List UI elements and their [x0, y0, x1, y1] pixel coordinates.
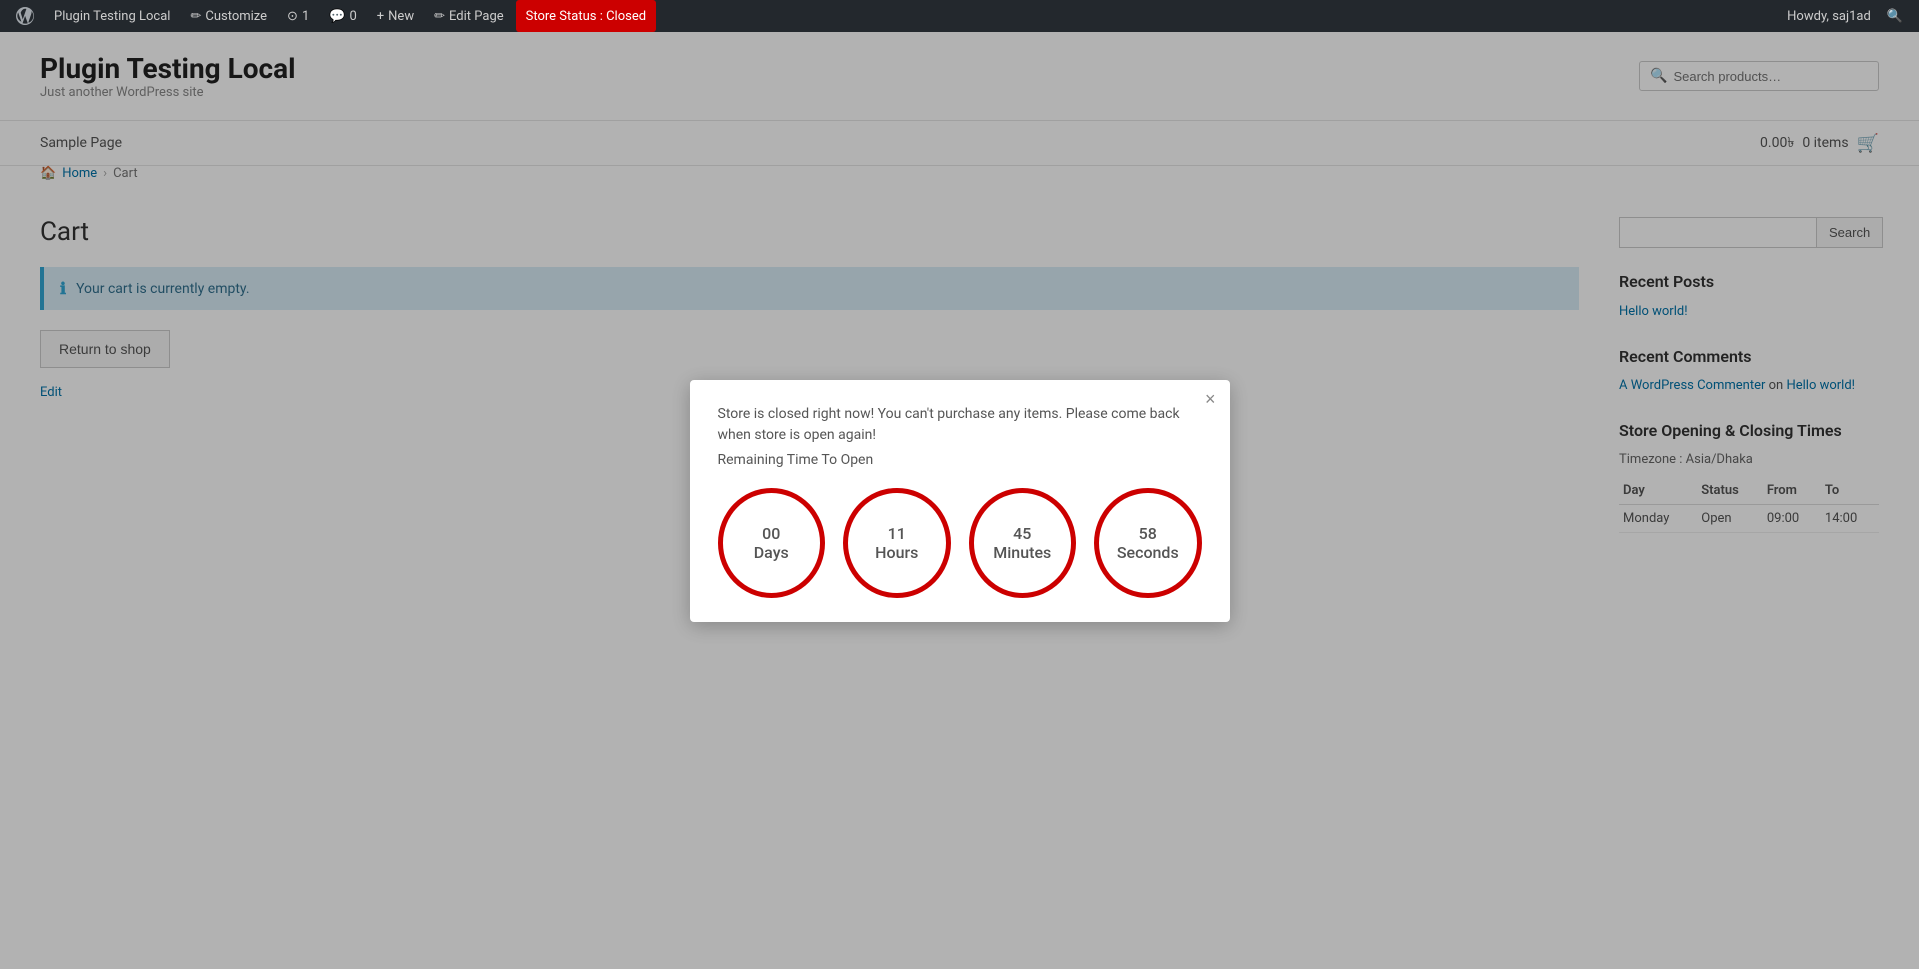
adminbar-pages[interactable]: ⊙ 1 [279, 0, 317, 32]
modal: × Store is closed right now! You can't p… [690, 380, 1230, 622]
adminbar-store-status[interactable]: Store Status : Closed [516, 0, 656, 32]
modal-message: Store is closed right now! You can't pur… [718, 404, 1202, 446]
countdown-hours-value: 11 [888, 524, 906, 543]
countdown-days-unit: Days [754, 543, 789, 562]
countdown-seconds: 58 Seconds [1094, 488, 1202, 598]
adminbar-new[interactable]: + New [369, 0, 422, 32]
countdown-seconds-unit: Seconds [1117, 543, 1179, 562]
modal-overlay: × Store is closed right now! You can't p… [0, 32, 1919, 969]
countdown-minutes-value: 45 [1013, 524, 1031, 543]
modal-remaining-label: Remaining Time To Open [718, 452, 1202, 468]
countdown-days-value: 00 [762, 524, 780, 543]
adminbar-comments[interactable]: 💬 0 [321, 0, 365, 32]
adminbar-customize[interactable]: ✏ Customize [182, 0, 275, 32]
modal-close-button[interactable]: × [1205, 390, 1216, 408]
wp-logo-item[interactable] [8, 0, 42, 32]
adminbar-right: Howdy, saj1ad 🔍 [1787, 9, 1911, 24]
adminbar-edit-page[interactable]: ✏ Edit Page [426, 0, 512, 32]
countdown-days: 00 Days [718, 488, 826, 598]
countdown-hours: 11 Hours [843, 488, 951, 598]
countdown-row: 00 Days 11 Hours 45 Minutes 58 Seconds [718, 488, 1202, 598]
countdown-hours-unit: Hours [875, 543, 918, 562]
countdown-minutes: 45 Minutes [969, 488, 1077, 598]
countdown-seconds-value: 58 [1139, 524, 1157, 543]
adminbar-site-name[interactable]: Plugin Testing Local [46, 0, 178, 32]
adminbar-search-icon[interactable]: 🔍 [1879, 9, 1911, 24]
admin-bar: Plugin Testing Local ✏ Customize ⊙ 1 💬 0… [0, 0, 1919, 32]
countdown-minutes-unit: Minutes [993, 543, 1051, 562]
